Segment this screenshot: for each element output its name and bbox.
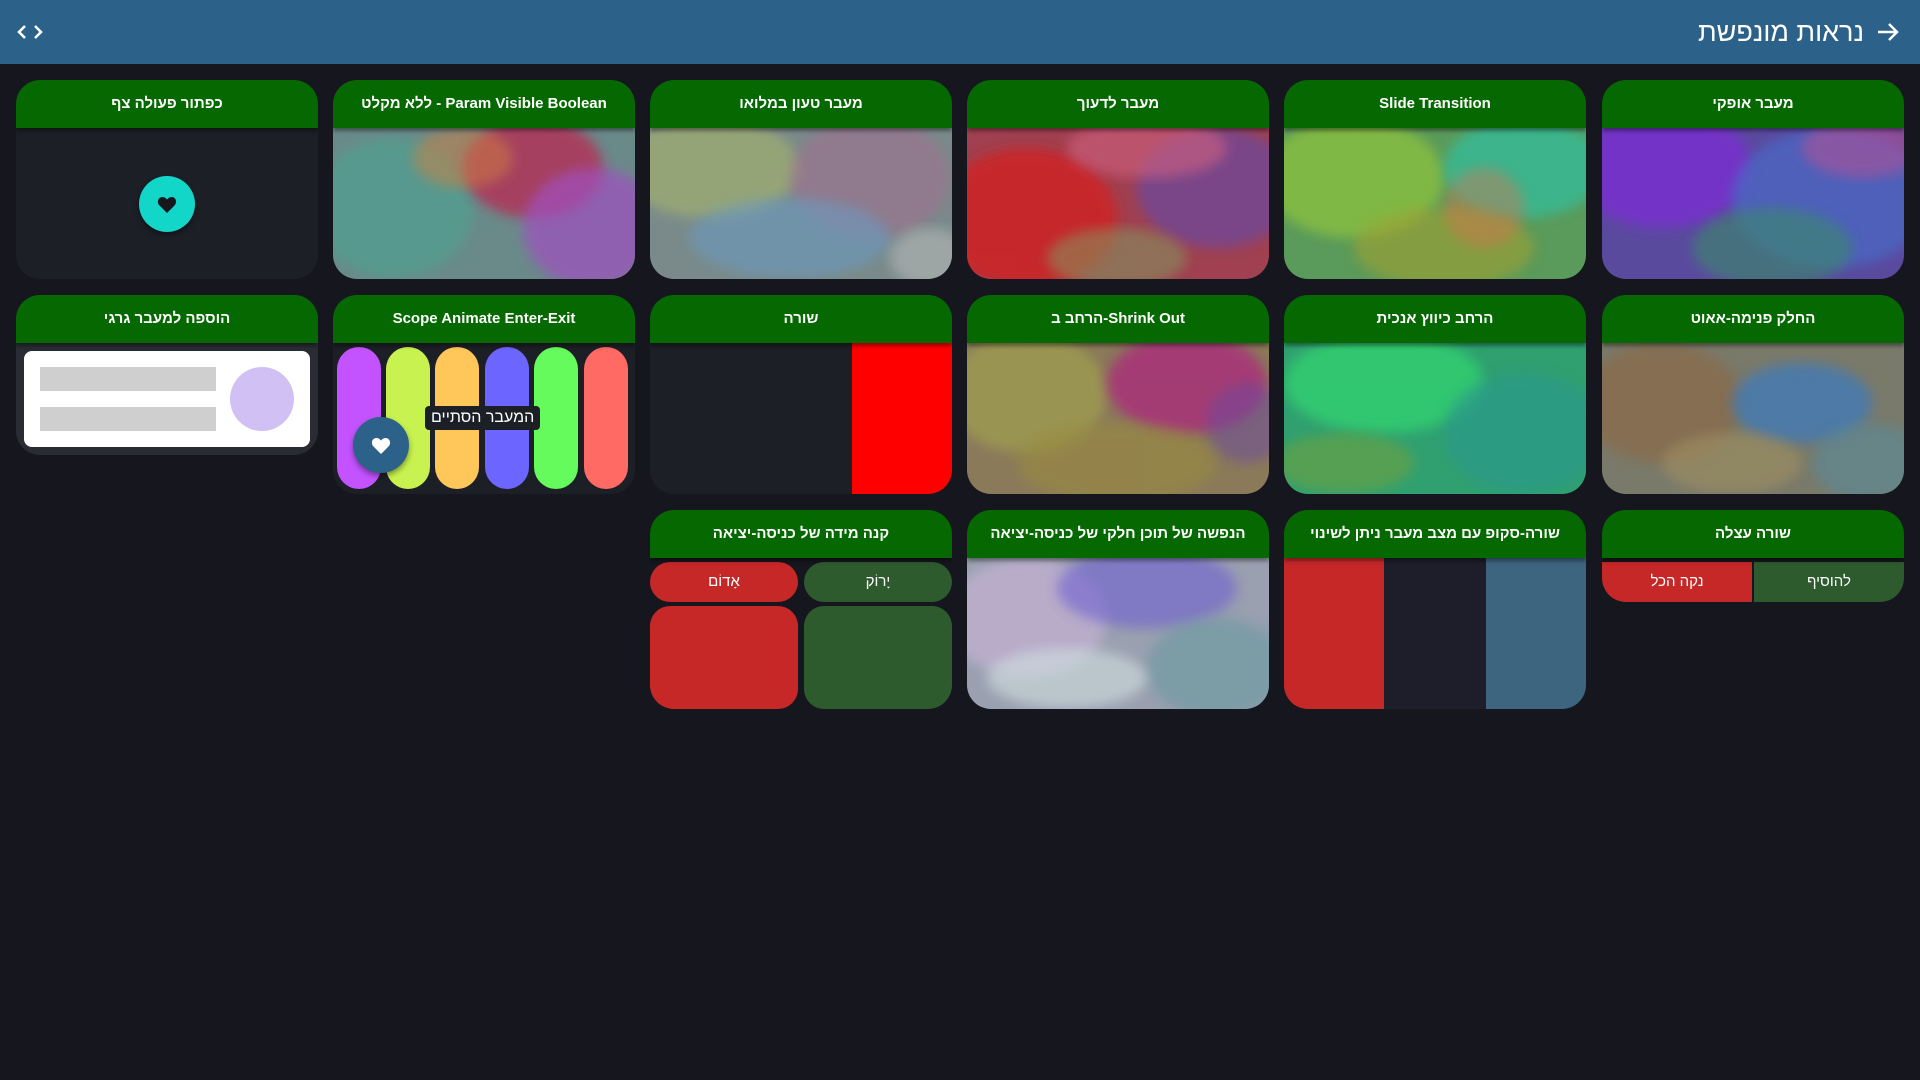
abstract-image [1602, 343, 1904, 494]
card-lazy-row[interactable]: שורה עצלה נקה הכל להוסיף [1602, 510, 1904, 602]
card-scope-animate[interactable]: Scope Animate Enter-Exit המעבר הסתיים [333, 295, 635, 494]
dark-column [1385, 558, 1485, 709]
card-title: שורה עצלה [1602, 510, 1904, 558]
card-title: הרחב כיווץ אנכית [1284, 295, 1586, 343]
fab-button[interactable] [353, 417, 409, 473]
card-fab-action[interactable]: כפתור פעולה צף [16, 80, 318, 279]
placeholder-line [40, 367, 216, 391]
card-title: מעבר טעון במלואו [650, 80, 952, 128]
card-fade-transition[interactable]: מעבר לדעוך [967, 80, 1269, 279]
card-title: כפתור פעולה צף [16, 80, 318, 128]
card-size-enter-exit[interactable]: קנה מידה של כניסה-יציאה אָדוֹם יָרוֹק [650, 510, 952, 709]
card-title: הוספה למעבר גרגי [16, 295, 318, 343]
color-stripe [534, 347, 578, 489]
add-button[interactable]: להוסיף [1754, 562, 1904, 602]
blue-column [1486, 558, 1586, 709]
card-title: שורה-סקופ עם מצב מעבר ניתן לשינוי [1284, 510, 1586, 558]
shared-element-card[interactable] [24, 351, 310, 447]
red-block [650, 606, 798, 709]
animated-red-block [852, 343, 952, 494]
abstract-image [967, 343, 1269, 494]
abstract-image [1284, 128, 1586, 279]
abstract-image [1284, 343, 1586, 494]
card-title: Scope Animate Enter-Exit [333, 295, 635, 343]
card-title: Param Visible Boolean - ללא מקלט [333, 80, 635, 128]
clear-all-button[interactable]: נקה הכל [1602, 562, 1752, 602]
card-fully-loaded-transition[interactable]: מעבר טעון במלואו [650, 80, 952, 279]
page-title: נראות מונפשת [1698, 17, 1864, 47]
abstract-image [1602, 128, 1904, 279]
card-title: הנפשה של תוכן חלקי של כניסה-יציאה [967, 510, 1269, 558]
card-title: קנה מידה של כניסה-יציאה [650, 510, 952, 558]
green-button[interactable]: יָרוֹק [804, 562, 952, 602]
arrow-forward-icon[interactable] [1870, 14, 1906, 50]
fab-button[interactable] [139, 176, 195, 232]
abstract-image [333, 128, 635, 279]
card-title: מעבר אופקי [1602, 80, 1904, 128]
card-shared-transition[interactable]: הוספה למעבר גרגי [16, 295, 318, 455]
top-app-bar: נראות מונפשת [0, 0, 1920, 64]
card-param-visible-boolean[interactable]: Param Visible Boolean - ללא מקלט [333, 80, 635, 279]
abstract-image [967, 558, 1269, 709]
card-partial-content[interactable]: הנפשה של תוכן חלקי של כניסה-יציאה [967, 510, 1269, 709]
red-button[interactable]: אָדוֹם [650, 562, 798, 602]
green-block [804, 606, 952, 709]
card-title: החלק פנימה-אאוט [1602, 295, 1904, 343]
avatar [230, 367, 294, 431]
card-row-scope[interactable]: שורה-סקופ עם מצב מעבר ניתן לשינוי [1284, 510, 1586, 709]
heart-icon [371, 438, 391, 454]
card-title: Shrink Out-הרחב ב [967, 295, 1269, 343]
code-icon[interactable] [14, 16, 46, 48]
card-shrink-out[interactable]: Shrink Out-הרחב ב [967, 295, 1269, 494]
card-title: שורה [650, 295, 952, 343]
card-horizontal-transition[interactable]: מעבר אופקי [1602, 80, 1904, 279]
transition-finished-label: המעבר הסתיים [425, 406, 541, 430]
card-row[interactable]: שורה [650, 295, 952, 494]
card-expand-vertical[interactable]: הרחב כיווץ אנכית [1284, 295, 1586, 494]
card-title: מעבר לדעוך [967, 80, 1269, 128]
placeholder-line [40, 407, 216, 431]
red-column [1284, 558, 1384, 709]
color-stripe [584, 347, 628, 489]
heart-icon [157, 197, 177, 213]
abstract-image [650, 128, 952, 279]
card-slide-transition[interactable]: Slide Transition [1284, 80, 1586, 279]
abstract-image [967, 128, 1269, 279]
card-slide-in-out[interactable]: החלק פנימה-אאוט [1602, 295, 1904, 494]
card-title: Slide Transition [1284, 80, 1586, 128]
